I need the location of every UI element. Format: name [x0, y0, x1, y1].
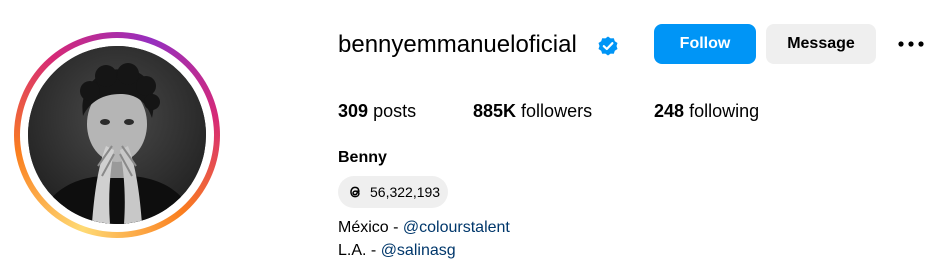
- full-name: Benny: [338, 149, 387, 166]
- following-link[interactable]: 248 following: [654, 98, 759, 124]
- mention-link-salinasg[interactable]: @salinasg: [381, 242, 456, 259]
- verified-badge-icon: [598, 36, 618, 56]
- more-options-icon[interactable]: [896, 34, 926, 54]
- avatar-ring-gap: [20, 38, 214, 232]
- username: bennyemmanueloficial: [338, 31, 577, 58]
- threads-follower-count: 56,322,193: [370, 184, 441, 200]
- message-button[interactable]: Message: [766, 24, 876, 64]
- avatar-photo: [28, 46, 206, 224]
- posts-count-value: 309: [338, 101, 369, 121]
- bio-line: México - @colourstalent: [338, 217, 510, 239]
- threads-icon: [350, 186, 360, 198]
- following-count-label: following: [689, 101, 760, 121]
- mention-link-colourstalent[interactable]: @colourstalent: [403, 219, 510, 236]
- avatar[interactable]: [28, 46, 206, 224]
- followers-count-label: followers: [521, 101, 593, 121]
- posts-count-label: posts: [373, 101, 417, 121]
- bio-location-mexico: México -: [338, 219, 403, 236]
- bio-line: L.A. - @salinasg: [338, 240, 456, 262]
- threads-badge[interactable]: 56,322,193: [338, 176, 448, 208]
- following-count-value: 248: [654, 101, 685, 121]
- bio-location-la: L.A. -: [338, 242, 381, 259]
- followers-count-value: 885K: [473, 101, 517, 121]
- avatar-story-ring[interactable]: [14, 32, 220, 238]
- posts-count: 309 posts: [338, 98, 416, 124]
- follow-button[interactable]: Follow: [654, 24, 756, 64]
- followers-link[interactable]: 885K followers: [473, 98, 592, 124]
